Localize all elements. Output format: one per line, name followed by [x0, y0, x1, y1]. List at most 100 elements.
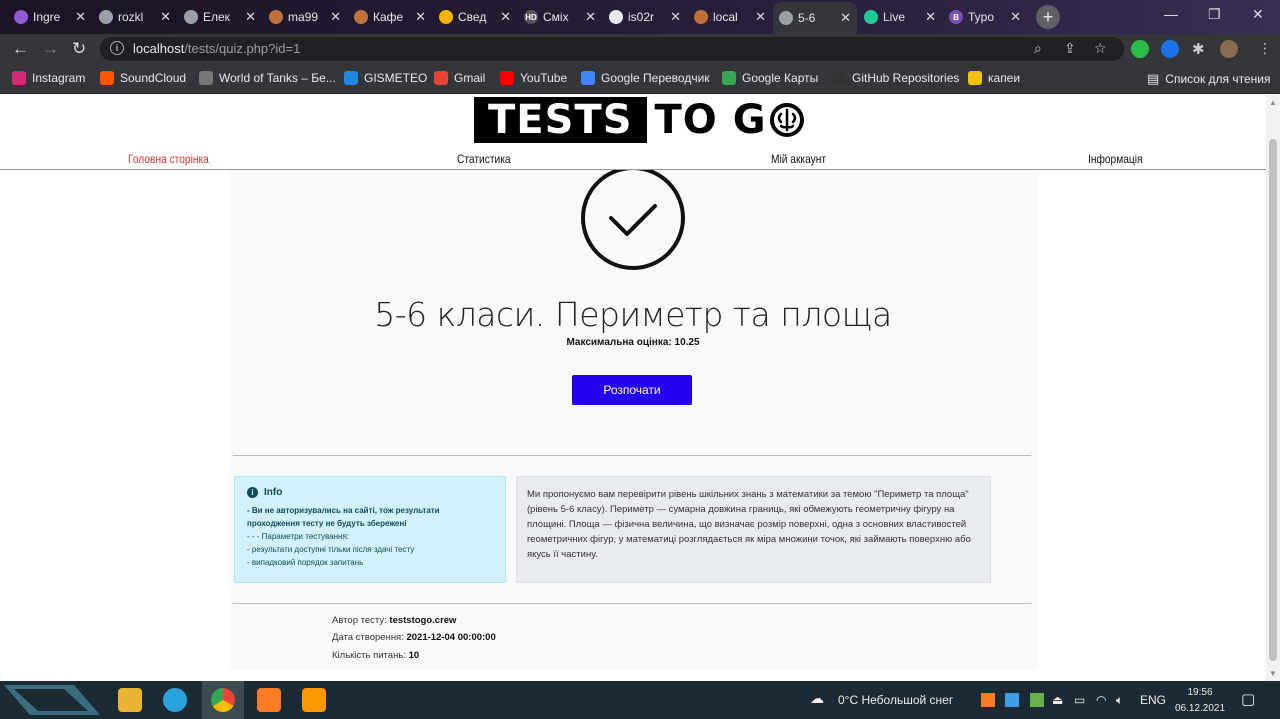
browser-tab[interactable]: HD Сміх ✕	[518, 4, 602, 30]
browser-tab-strip: Ingre ✕ rozkl ✕ Елек ✕ ma99 ✕ Кафе ✕ Свед ✕ HD Сміх ✕ i…	[0, 0, 1280, 34]
start-button-icon[interactable]	[4, 685, 100, 715]
minimize-button[interactable]: —	[1164, 6, 1178, 22]
bookmark-label: SoundCloud	[120, 71, 187, 85]
tab-close-icon[interactable]: ✕	[1010, 9, 1021, 25]
tab-close-icon[interactable]: ✕	[585, 9, 596, 25]
browser-tab[interactable]: Свед ✕	[433, 4, 517, 30]
browser-tab[interactable]: Live ✕	[858, 4, 942, 30]
bookmark-item[interactable]: World of Tanks – Бе...	[199, 71, 336, 85]
clock-time: 19:56	[1187, 687, 1213, 698]
tab-close-icon[interactable]: ✕	[160, 9, 171, 25]
tab-title: Елек	[203, 10, 230, 24]
file-explorer-icon[interactable]	[118, 688, 142, 712]
nav-account-link[interactable]: Мій аккаунт	[771, 152, 826, 166]
address-bar[interactable]: i localhost/tests/quiz.php?id=1 ⌕ ⇪ ☆	[100, 37, 1124, 61]
bookmark-star-icon[interactable]: ☆	[1094, 40, 1107, 57]
scroll-up-icon[interactable]: ▲	[1269, 98, 1277, 107]
tab-close-icon[interactable]: ✕	[840, 10, 851, 26]
new-tab-button[interactable]: +	[1036, 5, 1060, 29]
tab-close-icon[interactable]: ✕	[755, 9, 766, 25]
xampp-tray-icon[interactable]	[981, 693, 995, 707]
start-quiz-button[interactable]: Розпочати	[572, 375, 692, 405]
clock[interactable]: 19:56 06.12.2021	[1172, 685, 1228, 717]
weather-text[interactable]: 0°C Небольшой снег	[838, 693, 953, 707]
reload-icon[interactable]: ↻	[72, 39, 86, 59]
param-results: - результати доступні тільки після здачі…	[247, 545, 415, 554]
check-circle-icon	[581, 170, 685, 270]
extension-blue-icon[interactable]	[1161, 40, 1179, 58]
scroll-down-icon[interactable]: ▼	[1269, 669, 1277, 678]
bookmark-item[interactable]: капеи	[968, 71, 1020, 85]
browser-tab[interactable]: Елек ✕	[178, 4, 262, 30]
close-window-button[interactable]: ✕	[1252, 6, 1264, 23]
back-arrow-icon[interactable]: ←	[12, 39, 29, 59]
tray-app-icon[interactable]	[1005, 693, 1019, 707]
created-value: 2021-12-04 00:00:00	[406, 632, 496, 643]
tab-close-icon[interactable]: ✕	[330, 9, 341, 25]
tab-favicon-icon	[354, 10, 368, 24]
nav-home-link[interactable]: Головна сторінка	[128, 152, 209, 166]
chrome-icon[interactable]	[211, 688, 235, 712]
tab-close-icon[interactable]: ✕	[925, 9, 936, 25]
forward-arrow-icon[interactable]: →	[42, 39, 59, 59]
browser-tab[interactable]: local ✕	[688, 4, 772, 30]
info-heading: Info	[264, 487, 283, 498]
tab-close-icon[interactable]: ✕	[500, 9, 511, 25]
bookmark-favicon-icon	[581, 71, 595, 85]
tab-close-icon[interactable]: ✕	[415, 9, 426, 25]
usb-icon[interactable]: ⏏	[1052, 693, 1063, 707]
browser-tab[interactable]: Кафе ✕	[348, 4, 432, 30]
bookmark-item[interactable]: Instagram	[12, 71, 85, 85]
extension-green-icon[interactable]	[1131, 40, 1149, 58]
tab-close-icon[interactable]: ✕	[670, 9, 681, 25]
notifications-icon[interactable]: ▢	[1241, 690, 1255, 708]
reading-list-button[interactable]: ▤ Список для чтения	[1147, 71, 1271, 87]
bookmark-label: капеи	[988, 71, 1021, 85]
zoom-icon[interactable]: ⌕	[1034, 40, 1042, 57]
browser-tab[interactable]: B Typo ✕	[943, 4, 1027, 30]
bookmark-item[interactable]: Google Переводчик	[581, 71, 710, 85]
scrollbar-thumb[interactable]	[1269, 139, 1277, 661]
tab-favicon-icon: HD	[524, 10, 538, 24]
nvidia-icon[interactable]	[1030, 693, 1044, 707]
tab-favicon-icon	[864, 10, 878, 24]
bookmark-label: World of Tanks – Бе...	[219, 71, 336, 85]
share-icon[interactable]: ⇪	[1064, 40, 1076, 57]
bookmark-item[interactable]: GitHub Repositories	[832, 71, 959, 85]
browser-tab[interactable]: rozkl ✕	[93, 4, 177, 30]
tab-close-icon[interactable]: ✕	[75, 9, 86, 25]
tab-close-icon[interactable]: ✕	[245, 9, 256, 25]
nav-statistics-link[interactable]: Статистика	[457, 152, 511, 166]
profile-avatar[interactable]	[1220, 40, 1238, 58]
browser-tab[interactable]: ma99 ✕	[263, 4, 347, 30]
site-logo[interactable]: TESTS TO G	[474, 97, 805, 143]
browser-tab[interactable]: 5-6 ✕	[773, 2, 857, 34]
vertical-scrollbar[interactable]: ▲ ▼	[1266, 95, 1280, 681]
bookmark-favicon-icon	[968, 71, 982, 85]
menu-kebab-icon[interactable]: ⋮	[1258, 40, 1272, 57]
maximize-button[interactable]: ❐	[1208, 6, 1221, 23]
count-value: 10	[408, 650, 420, 661]
telegram-icon[interactable]	[163, 688, 187, 712]
bookmark-item[interactable]: Google Карты	[722, 71, 818, 85]
brain-icon	[769, 103, 804, 137]
site-info-icon[interactable]: i	[110, 41, 124, 55]
wifi-icon[interactable]: ◠	[1096, 693, 1106, 707]
language-indicator[interactable]: ENG	[1140, 693, 1166, 707]
bookmark-item[interactable]: GISMETEO	[344, 71, 427, 85]
battery-icon[interactable]: ▭	[1074, 693, 1085, 707]
bookmark-item[interactable]: SoundCloud	[100, 71, 186, 85]
sublime-text-icon[interactable]	[302, 688, 326, 712]
bookmark-item[interactable]: YouTube	[500, 71, 567, 85]
extensions-puzzle-icon[interactable]: ✱	[1192, 40, 1205, 58]
logo-block-text: TESTS	[474, 97, 647, 143]
tab-title: Сміх	[543, 10, 569, 24]
browser-tab[interactable]: Ingre ✕	[8, 4, 92, 30]
created-label: Дата створення:	[332, 632, 404, 643]
browser-tab[interactable]: is02r ✕	[603, 4, 687, 30]
auth-warning: - Ви не авторизувались на сайті, тож рез…	[247, 506, 440, 528]
bookmark-item[interactable]: Gmail	[434, 71, 485, 85]
nav-info-link[interactable]: Інформація	[1088, 152, 1143, 166]
volume-icon[interactable]: 🔈︎	[1116, 693, 1123, 708]
xampp-icon[interactable]	[257, 688, 281, 712]
